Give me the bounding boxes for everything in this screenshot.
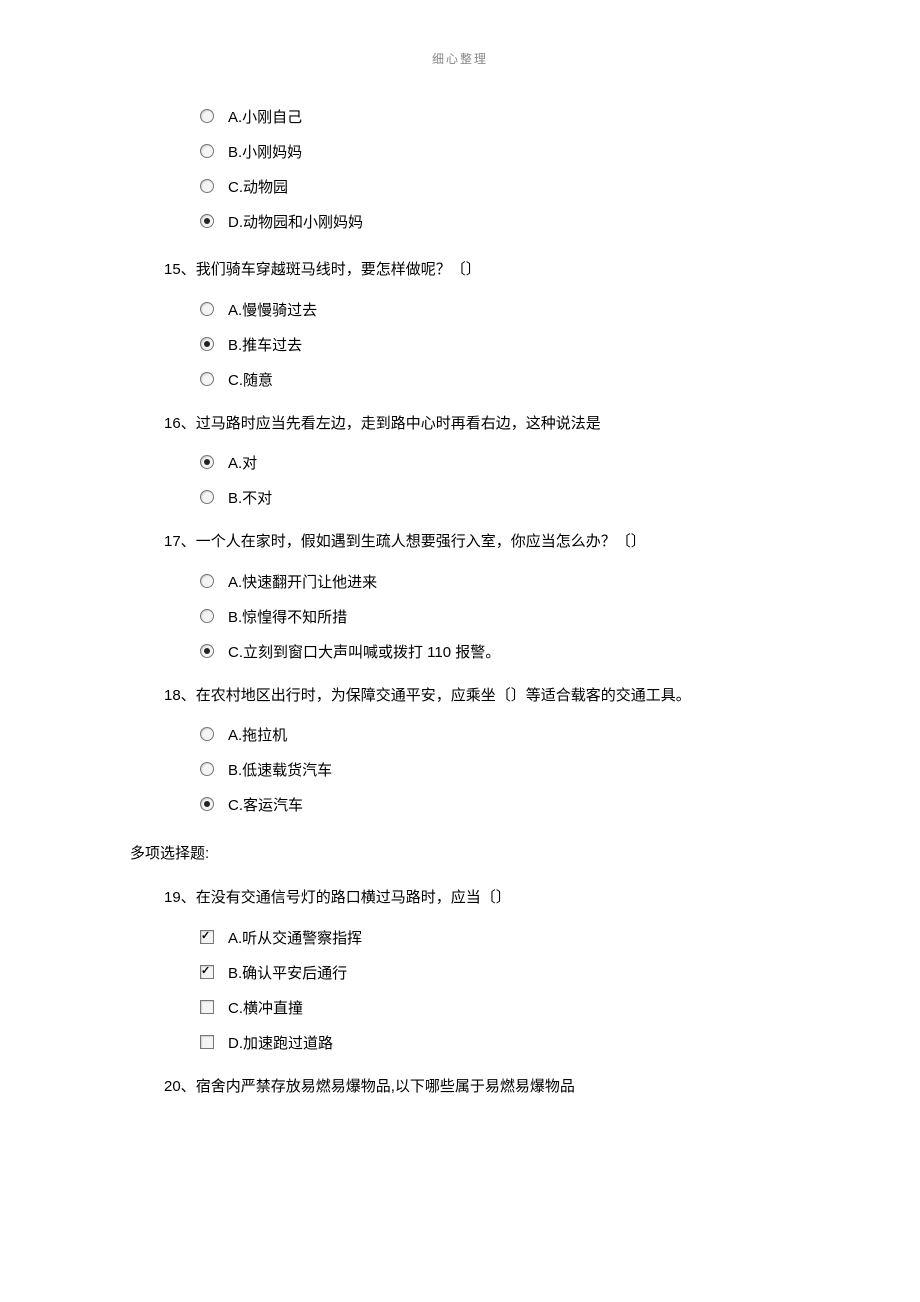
question-text: 16、过马路时应当先看左边，走到路中心时再看右边，这种说法是	[164, 413, 790, 436]
radio-icon[interactable]	[200, 455, 214, 469]
question-text: 19、在没有交通信号灯的路口横过马路时，应当〔〕	[164, 887, 790, 910]
radio-icon[interactable]	[200, 490, 214, 504]
option-row[interactable]: A.慢慢骑过去	[200, 300, 790, 321]
option-row[interactable]: B.惊惶得不知所措	[200, 607, 790, 628]
radio-icon[interactable]	[200, 762, 214, 776]
question-text: 18、在农村地区出行时，为保障交通平安，应乘坐〔〕等适合载客的交通工具。	[164, 685, 790, 708]
option-text: A.快速翻开门让他进来	[228, 572, 377, 593]
checkbox-icon[interactable]	[200, 1000, 214, 1014]
question-15: 15、我们骑车穿越斑马线时，要怎样做呢？〔〕 A.慢慢骑过去 B.推车过去 C.…	[130, 259, 790, 391]
radio-icon[interactable]	[200, 302, 214, 316]
question-18: 18、在农村地区出行时，为保障交通平安，应乘坐〔〕等适合载客的交通工具。 A.拖…	[130, 685, 790, 817]
radio-icon[interactable]	[200, 609, 214, 623]
option-text: C.立刻到窗口大声叫喊或拨打 110 报警。	[228, 642, 500, 663]
option-text: B.确认平安后通行	[228, 963, 347, 984]
option-row[interactable]: C.客运汽车	[200, 795, 790, 816]
option-row[interactable]: B.小刚妈妈	[200, 142, 790, 163]
radio-icon[interactable]	[200, 214, 214, 228]
radio-icon[interactable]	[200, 179, 214, 193]
question-20: 20、宿舍内严禁存放易燃易爆物品,以下哪些属于易燃易爆物品	[130, 1076, 790, 1099]
option-row[interactable]: D.加速跑过道路	[200, 1033, 790, 1054]
radio-icon[interactable]	[200, 644, 214, 658]
option-row[interactable]: B.不对	[200, 488, 790, 509]
radio-icon[interactable]	[200, 337, 214, 351]
radio-icon[interactable]	[200, 574, 214, 588]
option-text: B.低速载货汽车	[228, 760, 332, 781]
option-row[interactable]: D.动物园和小刚妈妈	[200, 212, 790, 233]
page-header: 细心整理	[130, 50, 790, 67]
radio-icon[interactable]	[200, 372, 214, 386]
option-text: B.小刚妈妈	[228, 142, 302, 163]
question-16: 16、过马路时应当先看左边，走到路中心时再看右边，这种说法是 A.对 B.不对	[130, 413, 790, 510]
option-text: C.动物园	[228, 177, 288, 198]
radio-icon[interactable]	[200, 144, 214, 158]
option-text: B.推车过去	[228, 335, 302, 356]
checkbox-icon[interactable]	[200, 930, 214, 944]
option-row[interactable]: C.动物园	[200, 177, 790, 198]
option-text: C.横冲直撞	[228, 998, 303, 1019]
option-row[interactable]: B.推车过去	[200, 335, 790, 356]
question-19: 19、在没有交通信号灯的路口横过马路时，应当〔〕 A.听从交通警察指挥 B.确认…	[130, 887, 790, 1054]
question-text: 15、我们骑车穿越斑马线时，要怎样做呢？〔〕	[164, 259, 790, 282]
option-row[interactable]: B.低速载货汽车	[200, 760, 790, 781]
option-row[interactable]: A.听从交通警察指挥	[200, 928, 790, 949]
checkbox-icon[interactable]	[200, 1035, 214, 1049]
option-row[interactable]: C.横冲直撞	[200, 998, 790, 1019]
option-text: A.小刚自己	[228, 107, 302, 128]
option-row[interactable]: A.小刚自己	[200, 107, 790, 128]
option-text: B.惊惶得不知所措	[228, 607, 347, 628]
question-text: 20、宿舍内严禁存放易燃易爆物品,以下哪些属于易燃易爆物品	[164, 1076, 790, 1099]
section-heading-multi: 多项选择题:	[130, 842, 790, 863]
option-text: B.不对	[228, 488, 272, 509]
radio-icon[interactable]	[200, 109, 214, 123]
radio-icon[interactable]	[200, 727, 214, 741]
option-text: A.拖拉机	[228, 725, 287, 746]
radio-icon[interactable]	[200, 797, 214, 811]
option-text: C.客运汽车	[228, 795, 303, 816]
question-text: 17、一个人在家时，假如遇到生疏人想要强行入室，你应当怎么办？〔〕	[164, 531, 790, 554]
option-text: A.对	[228, 453, 257, 474]
q14-options: A.小刚自己 B.小刚妈妈 C.动物园 D.动物园和小刚妈妈	[200, 107, 790, 233]
option-text: C.随意	[228, 370, 273, 391]
option-row[interactable]: A.快速翻开门让他进来	[200, 572, 790, 593]
option-row[interactable]: B.确认平安后通行	[200, 963, 790, 984]
option-row[interactable]: C.立刻到窗口大声叫喊或拨打 110 报警。	[200, 642, 790, 663]
option-row[interactable]: C.随意	[200, 370, 790, 391]
checkbox-icon[interactable]	[200, 965, 214, 979]
option-row[interactable]: A.拖拉机	[200, 725, 790, 746]
option-text: D.加速跑过道路	[228, 1033, 333, 1054]
option-row[interactable]: A.对	[200, 453, 790, 474]
option-text: D.动物园和小刚妈妈	[228, 212, 363, 233]
option-text: A.听从交通警察指挥	[228, 928, 362, 949]
question-17: 17、一个人在家时，假如遇到生疏人想要强行入室，你应当怎么办？〔〕 A.快速翻开…	[130, 531, 790, 663]
option-text: A.慢慢骑过去	[228, 300, 317, 321]
